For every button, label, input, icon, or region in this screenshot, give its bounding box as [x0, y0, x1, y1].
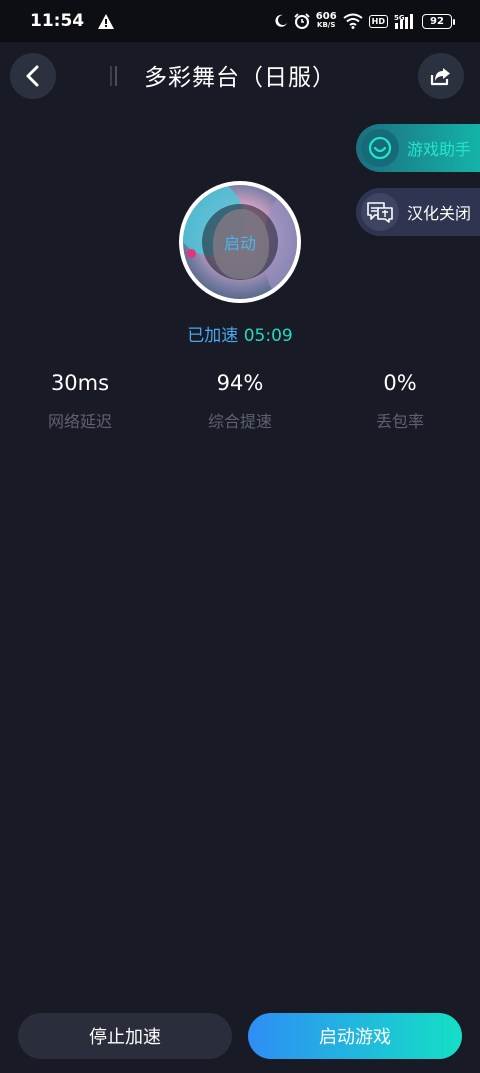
- page-title: 多彩舞台（日服）: [144, 65, 336, 91]
- game-assistant-button[interactable]: 游戏助手: [356, 124, 480, 172]
- launch-overlay[interactable]: 启动: [202, 204, 278, 280]
- wifi-icon: [343, 13, 363, 29]
- signal-icon: 5G: [394, 14, 413, 29]
- stop-acceleration-button[interactable]: 停止加速: [18, 1013, 232, 1059]
- battery-icon: 92: [422, 13, 455, 29]
- share-button[interactable]: [418, 53, 464, 99]
- net-speed: 606 KB/S: [316, 12, 337, 30]
- acceleration-status: 已加速 05:09: [0, 321, 480, 346]
- acceleration-timer: 05:09: [243, 326, 293, 346]
- alarm-icon: [294, 13, 310, 29]
- translate-icon: [367, 202, 393, 223]
- translation-toggle-button[interactable]: 汉化关闭: [356, 188, 480, 236]
- launch-game-button[interactable]: 启动游戏: [248, 1013, 462, 1059]
- stat-latency-label: 网络延迟: [47, 412, 112, 431]
- status-bar: 11:54 606 KB/S HD 5G 92: [0, 0, 480, 42]
- stat-boost-value: 94%: [216, 371, 264, 395]
- stat-packet-loss-value: 0%: [383, 371, 417, 395]
- translation-toggle-label: 汉化关闭: [407, 204, 472, 223]
- battery-level: 92: [430, 15, 444, 27]
- stat-latency-value: 30ms: [50, 371, 110, 395]
- game-avatar[interactable]: 启动: [179, 181, 301, 303]
- acceleration-label: 已加速: [187, 326, 239, 346]
- game-assistant-label: 游戏助手: [407, 140, 472, 159]
- warning-icon: [98, 13, 115, 29]
- signal-label: 5G: [394, 14, 405, 22]
- stat-boost-label: 综合提速: [207, 412, 272, 431]
- stat-latency: 30ms 网络延迟: [0, 368, 160, 432]
- launch-overlay-label: 启动: [223, 234, 256, 253]
- stat-packet-loss-label: 丢包率: [375, 412, 424, 431]
- game-cover-image: 启动: [183, 185, 297, 299]
- hd-badge: HD: [368, 14, 388, 28]
- share-icon: [430, 68, 450, 86]
- stat-packet-loss: 0% 丢包率: [320, 368, 480, 432]
- translate-icon-wrap: [361, 193, 399, 231]
- status-icons: 606 KB/S HD 5G 92: [274, 12, 455, 30]
- stat-boost: 94% 综合提速: [160, 368, 320, 432]
- net-speed-unit: KB/S: [317, 21, 336, 29]
- assistant-icon: [368, 136, 392, 160]
- net-speed-value: 606: [315, 11, 337, 22]
- cover-art-accessory: [187, 249, 196, 258]
- status-time: 11:54: [30, 11, 85, 31]
- assistant-icon-wrap: [361, 129, 399, 167]
- moon-icon: [275, 14, 287, 27]
